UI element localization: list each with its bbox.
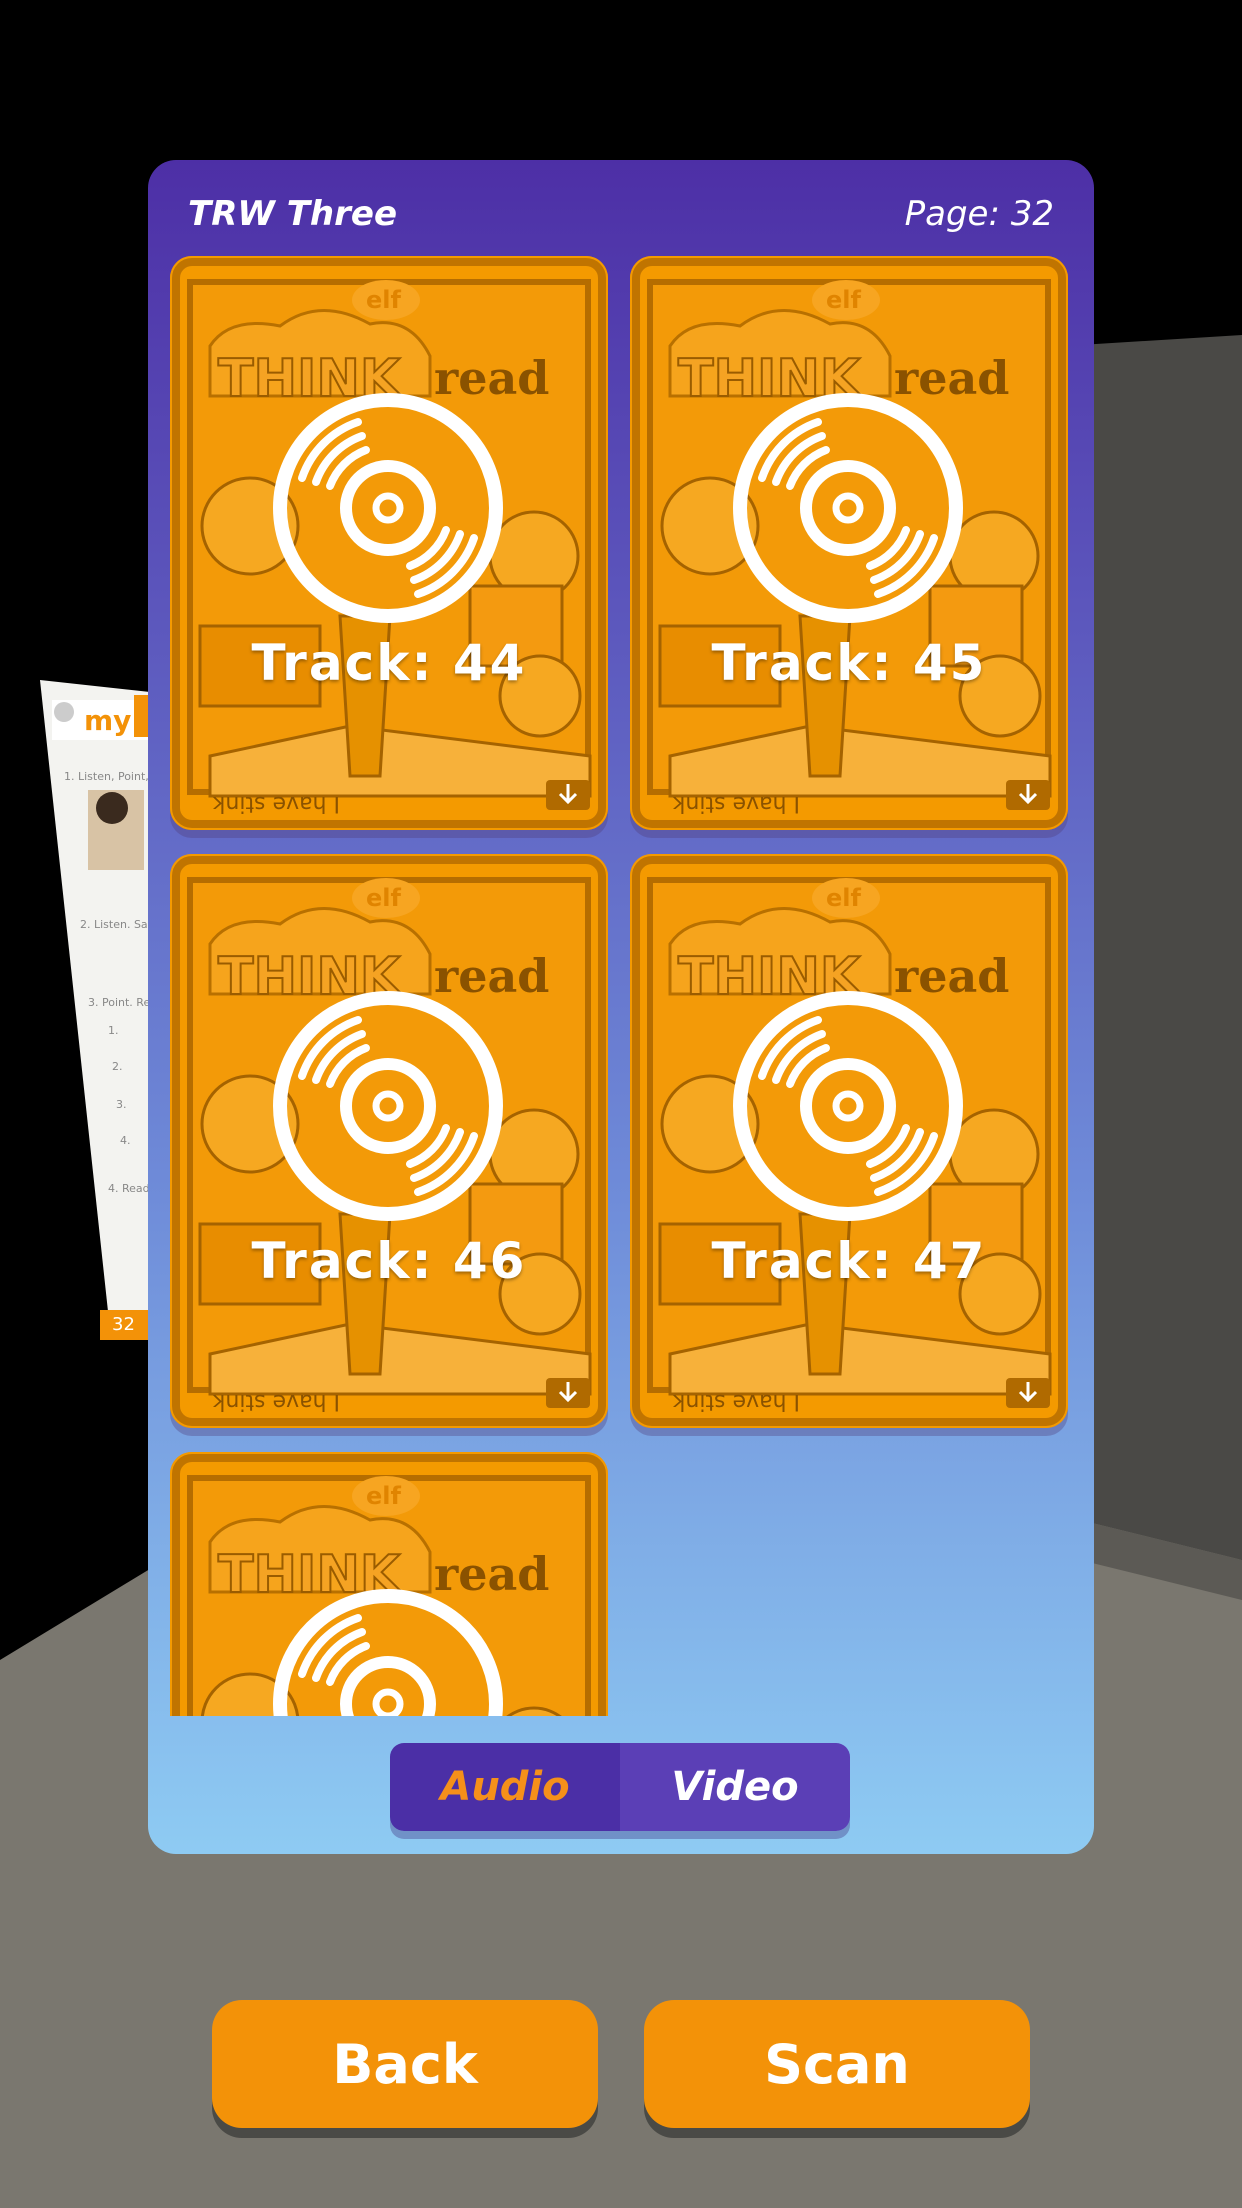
tab-video[interactable]: Video bbox=[620, 1743, 850, 1831]
svg-text:4. Read.: 4. Read. bbox=[108, 1182, 153, 1195]
track-label: Track: 44 bbox=[251, 634, 527, 692]
track-grid[interactable]: elf THINK read I have stink Track: 44 el… bbox=[170, 256, 1070, 1716]
track-label: Track: 45 bbox=[711, 634, 987, 692]
track-card[interactable]: elf THINK read I have stink bbox=[170, 854, 608, 1428]
track-label: Track: 47 bbox=[711, 1232, 987, 1290]
audio-disc-icon bbox=[733, 393, 963, 623]
audio-disc-icon bbox=[273, 393, 503, 623]
media-panel: TRW Three Page: 32 elf THINK read I have… bbox=[148, 160, 1094, 1854]
media-type-toggle: Audio Video bbox=[390, 1743, 850, 1831]
back-button[interactable]: Back bbox=[212, 2000, 598, 2128]
svg-text:1.: 1. bbox=[108, 1024, 119, 1037]
svg-text:my: my bbox=[84, 704, 131, 737]
audio-disc-icon bbox=[733, 991, 963, 1221]
track-card[interactable]: elf THINK read I have stink bbox=[170, 256, 608, 830]
tab-audio[interactable]: Audio bbox=[390, 1743, 620, 1831]
svg-text:3.: 3. bbox=[116, 1098, 127, 1111]
cover-footer-text: I have stink bbox=[212, 791, 340, 816]
svg-text:elf: elf bbox=[366, 884, 402, 912]
cover-footer-text: I have stink bbox=[212, 1389, 340, 1414]
cover-footer-text: I have stink bbox=[672, 791, 800, 816]
svg-text:2.: 2. bbox=[112, 1060, 123, 1073]
audio-disc-icon bbox=[273, 991, 503, 1221]
svg-text:elf: elf bbox=[366, 286, 402, 314]
svg-text:elf: elf bbox=[826, 884, 862, 912]
svg-text:4.: 4. bbox=[120, 1134, 131, 1147]
track-card[interactable]: elf THINK read I have stink bbox=[630, 256, 1068, 830]
track-card[interactable]: elf THINK read I have stink bbox=[170, 1452, 608, 1716]
track-card[interactable]: elf THINK read I have stink bbox=[630, 854, 1068, 1428]
cover-footer-text: I have stink bbox=[672, 1389, 800, 1414]
track-label: Track: 46 bbox=[251, 1232, 527, 1290]
scan-button[interactable]: Scan bbox=[644, 2000, 1030, 2128]
svg-text:32: 32 bbox=[112, 1314, 135, 1335]
audio-disc-icon bbox=[273, 1589, 503, 1716]
book-title: TRW Three bbox=[188, 194, 397, 234]
svg-text:elf: elf bbox=[366, 1482, 402, 1510]
page-number: Page: 32 bbox=[904, 194, 1054, 234]
svg-text:elf: elf bbox=[826, 286, 862, 314]
